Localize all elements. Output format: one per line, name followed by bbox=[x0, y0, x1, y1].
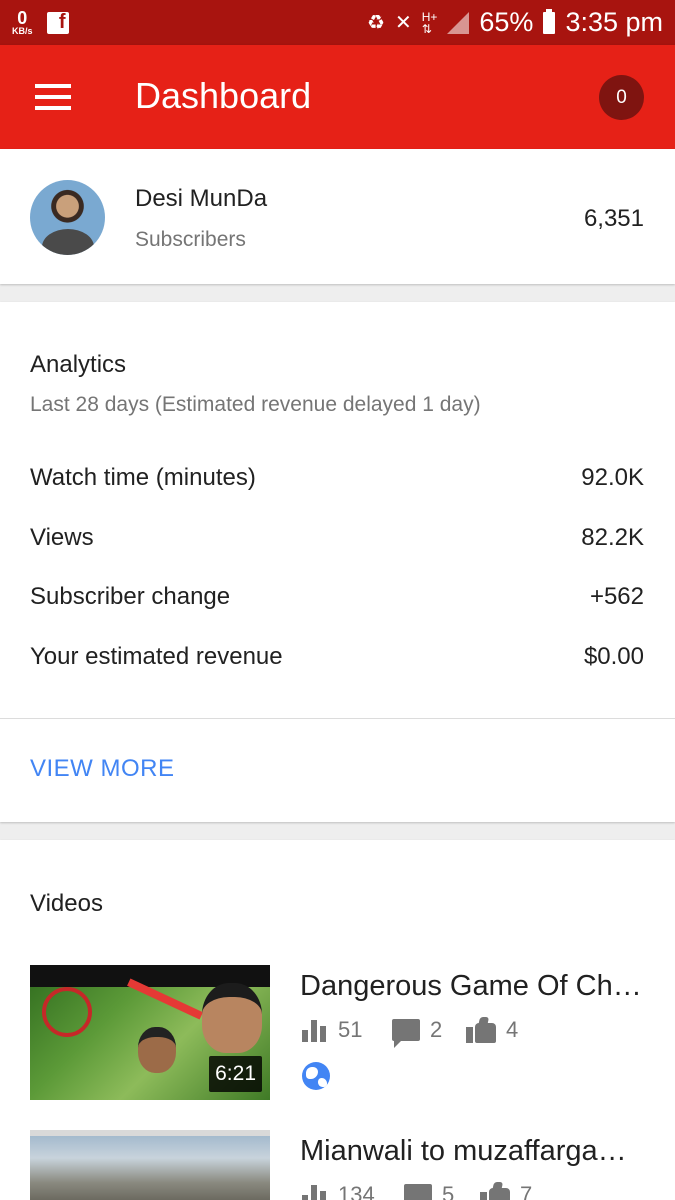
thumbs-up-icon bbox=[466, 1017, 496, 1043]
mute-icon: ✕ bbox=[394, 12, 412, 34]
video-thumbnail[interactable] bbox=[30, 1130, 270, 1200]
comments-stat: 5 bbox=[404, 1182, 454, 1200]
network-speed: 0 KB/s bbox=[12, 9, 33, 36]
notification-badge[interactable]: 0 bbox=[599, 75, 644, 120]
thumbnail-sky-band bbox=[30, 1130, 270, 1136]
battery-icon bbox=[543, 8, 556, 34]
likes-count: 4 bbox=[506, 1017, 519, 1042]
likes-stat: 4 bbox=[466, 1017, 518, 1043]
metric-row: Watch time (minutes) 92.0K bbox=[30, 464, 644, 494]
channel-card[interactable] bbox=[0, 149, 675, 284]
video-title[interactable]: Mianwali to muzaffarga… bbox=[300, 1135, 645, 1168]
analytics-subtitle: Last 28 days (Estimated revenue delayed … bbox=[30, 393, 481, 416]
data-h-plus-icon: H+ ⇅ bbox=[421, 9, 438, 36]
comments-count: 2 bbox=[430, 1017, 443, 1042]
view-more-button[interactable]: VIEW MORE bbox=[30, 755, 175, 783]
bar-chart-icon bbox=[302, 1018, 328, 1042]
avatar bbox=[30, 180, 105, 255]
facebook-icon: f bbox=[46, 11, 69, 34]
metric-label: Watch time (minutes) bbox=[30, 464, 256, 491]
recycle-icon: ♻ bbox=[367, 12, 385, 34]
video-title[interactable]: Dangerous Game Of Chi… bbox=[300, 970, 645, 1003]
thumbnail-person bbox=[138, 1027, 176, 1073]
views-stat: 51 bbox=[302, 1017, 362, 1043]
thumbnail-person bbox=[202, 983, 262, 1053]
signal-icon bbox=[447, 11, 470, 34]
likes-stat: 7 bbox=[480, 1182, 532, 1200]
views-count: 134 bbox=[338, 1182, 375, 1200]
metric-label: Views bbox=[30, 524, 94, 551]
metric-row: Subscriber change +562 bbox=[30, 583, 644, 613]
views-stat: 134 bbox=[302, 1182, 375, 1200]
menu-icon[interactable] bbox=[35, 84, 71, 110]
analytics-title: Analytics bbox=[30, 351, 127, 378]
comment-icon bbox=[404, 1184, 432, 1200]
analytics-card bbox=[0, 302, 675, 822]
battery-percent: 65% bbox=[479, 7, 534, 37]
metric-value: 82.2K bbox=[581, 524, 644, 551]
metric-row: Your estimated revenue $0.00 bbox=[30, 643, 644, 673]
video-thumbnail[interactable]: 6:21 bbox=[30, 965, 270, 1100]
metric-value: 92.0K bbox=[581, 464, 644, 491]
bar-chart-icon bbox=[302, 1183, 328, 1200]
subscribers-label: Subscribers bbox=[135, 228, 246, 251]
comments-count: 5 bbox=[442, 1182, 455, 1200]
comments-stat: 2 bbox=[392, 1017, 443, 1048]
likes-count: 7 bbox=[520, 1182, 533, 1200]
globe-icon bbox=[302, 1062, 330, 1090]
metric-value: +562 bbox=[589, 583, 644, 610]
metric-label: Subscriber change bbox=[30, 583, 231, 610]
divider bbox=[0, 718, 675, 719]
subscriber-count: 6,351 bbox=[583, 205, 644, 232]
clock: 3:35 pm bbox=[565, 7, 663, 37]
channel-name: Desi MunDa bbox=[135, 185, 268, 212]
thumbnail-circle-mark bbox=[42, 987, 92, 1037]
comment-icon bbox=[392, 1019, 420, 1048]
network-speed-value: 0 bbox=[17, 8, 28, 28]
video-duration: 6:21 bbox=[209, 1056, 262, 1092]
metric-value: $0.00 bbox=[583, 643, 644, 670]
metric-label: Your estimated revenue bbox=[30, 643, 283, 670]
status-bar: 0 KB/s f ♻ ✕ H+ ⇅ 65% 3:35 pm bbox=[0, 0, 675, 45]
videos-title: Videos bbox=[30, 890, 103, 917]
page-title: Dashboard bbox=[135, 75, 312, 116]
app-bar: Dashboard 0 bbox=[0, 45, 675, 149]
network-speed-unit: KB/s bbox=[12, 26, 33, 36]
metric-row: Views 82.2K bbox=[30, 524, 644, 554]
thumbs-up-icon bbox=[480, 1182, 510, 1200]
views-count: 51 bbox=[338, 1017, 363, 1042]
